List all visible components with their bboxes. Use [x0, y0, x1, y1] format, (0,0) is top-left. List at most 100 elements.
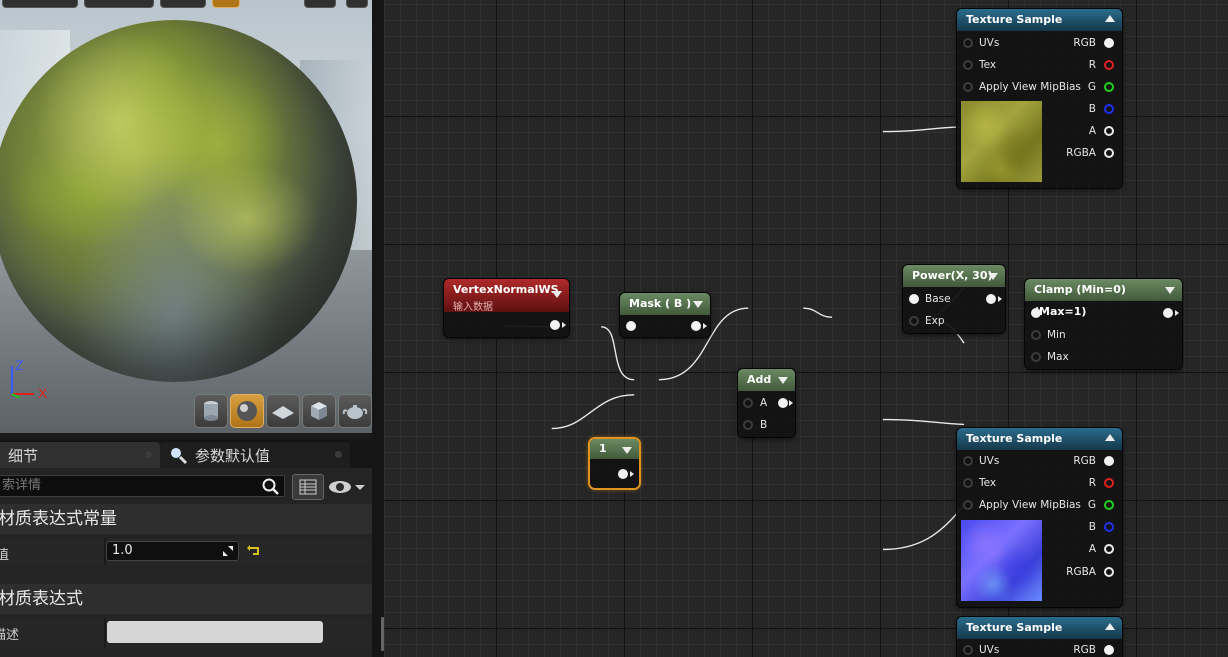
cylinder-button[interactable] [194, 394, 228, 428]
texture-sample-node-3[interactable]: Texture Sample UVs RGB [957, 617, 1122, 657]
collapse-icon[interactable] [1105, 15, 1115, 22]
collapse-icon[interactable] [1105, 623, 1115, 630]
output-pin-rgb[interactable]: RGB [1073, 641, 1114, 657]
node-header[interactable]: Power(X, 30) [903, 265, 1005, 287]
node-title: Add [747, 373, 772, 386]
column-divider[interactable] [104, 538, 106, 566]
output-pin[interactable] [778, 398, 788, 408]
viewport-toolbar-button[interactable] [304, 0, 336, 8]
output-pin-g[interactable]: G [1088, 496, 1114, 514]
output-pin-rgb[interactable]: RGB [1073, 34, 1114, 52]
collapse-icon[interactable] [1105, 434, 1115, 441]
cube-icon [311, 402, 327, 420]
tab-parameter-defaults[interactable]: 参数默认值 [160, 442, 350, 468]
output-pin-a[interactable]: A [1089, 540, 1114, 558]
input-pin-value[interactable] [1031, 308, 1041, 318]
input-pin-tex[interactable]: Tex [963, 56, 996, 74]
input-pin-min[interactable]: Min [1031, 326, 1066, 344]
input-pin-uvs[interactable]: UVs [963, 641, 999, 657]
tab-details[interactable]: 细节 [0, 442, 160, 468]
add-node[interactable]: Add A B [738, 369, 795, 437]
output-pin-b[interactable]: B [1089, 100, 1114, 118]
input-pin-mipbias[interactable]: Apply View MipBias [963, 78, 1081, 96]
collapse-icon[interactable] [622, 447, 632, 454]
sphere-button[interactable] [230, 394, 264, 428]
input-pin-uvs[interactable]: UVs [963, 452, 999, 470]
viewport-toolbar-button[interactable] [212, 0, 240, 8]
visibility-filter-button[interactable] [328, 475, 372, 499]
output-pin-a[interactable]: A [1089, 122, 1114, 140]
chevron-down-icon [355, 485, 365, 490]
node-header[interactable]: Texture Sample [957, 617, 1122, 639]
output-pin[interactable] [1163, 308, 1173, 318]
vertex-normal-ws-node[interactable]: VertexNormalWS 输入数据 [444, 279, 569, 337]
clamp-node[interactable]: Clamp (Min=0) (Max=1) Min Max [1025, 279, 1182, 369]
category-expression[interactable]: 材质表达式 [0, 584, 372, 614]
output-pin-r[interactable]: R [1089, 474, 1114, 492]
collapse-icon[interactable] [693, 301, 703, 308]
input-pin-mipbias[interactable]: Apply View MipBias [963, 496, 1081, 514]
output-pin-rgba[interactable]: RGBA [1066, 563, 1114, 581]
viewport-toolbar-button[interactable] [160, 0, 206, 8]
details-search-input[interactable]: 索详情 [0, 475, 285, 497]
node-title: Texture Sample [966, 432, 1063, 445]
view-options-button[interactable] [292, 474, 324, 500]
texture-sample-node-2[interactable]: Texture Sample UVs Tex Apply View MipBia… [957, 428, 1122, 607]
node-title: Mask ( B ) [629, 297, 692, 310]
power-node[interactable]: Power(X, 30) Base Exp [903, 265, 1005, 333]
teapot-icon [342, 405, 368, 419]
output-pin-rgba[interactable]: RGBA [1066, 144, 1114, 162]
node-header[interactable]: 1 [590, 439, 639, 459]
input-pin-a[interactable]: A [743, 394, 767, 412]
cube-button[interactable] [302, 394, 336, 428]
node-header[interactable]: VertexNormalWS 输入数据 [444, 279, 569, 313]
panel-splitter[interactable] [372, 0, 384, 657]
category-constant[interactable]: 材质表达式常量 [0, 504, 372, 534]
viewport-toolbar-button[interactable] [346, 0, 368, 8]
collapse-icon[interactable] [1165, 287, 1175, 294]
value-input[interactable]: 1.0 [106, 541, 239, 561]
input-pin-exp[interactable]: Exp [909, 312, 945, 330]
output-pin[interactable] [550, 320, 560, 330]
output-pin-g[interactable]: G [1088, 78, 1114, 96]
preview-viewport[interactable]: Z X [0, 0, 372, 433]
input-pin-tex[interactable]: Tex [963, 474, 996, 492]
column-divider[interactable] [104, 618, 106, 648]
output-pin-b[interactable]: B [1089, 518, 1114, 536]
collapse-icon[interactable] [552, 291, 562, 298]
magnifier-icon [169, 446, 188, 465]
teapot-button[interactable] [338, 394, 372, 428]
input-pin-b[interactable]: B [743, 416, 767, 434]
output-pin-rgb[interactable]: RGB [1073, 452, 1114, 470]
output-pin[interactable] [986, 294, 996, 304]
collapse-icon[interactable] [778, 377, 788, 384]
node-title: Texture Sample [966, 13, 1063, 26]
input-pin-base[interactable]: Base [909, 290, 951, 308]
output-pin-r[interactable]: R [1089, 56, 1114, 74]
texture-sample-node-1[interactable]: Texture Sample UVs Tex Apply View MipBia… [957, 9, 1122, 188]
node-header[interactable]: Clamp (Min=0) (Max=1) [1025, 279, 1182, 318]
input-pin-uvs[interactable]: UVs [963, 34, 999, 52]
expand-icon[interactable] [222, 545, 234, 557]
output-pin[interactable] [618, 469, 628, 479]
node-header[interactable]: Add [738, 369, 795, 391]
viewport-toolbar-button[interactable] [84, 0, 154, 8]
search-icon[interactable] [262, 478, 280, 496]
input-pin-max[interactable]: Max [1031, 348, 1069, 366]
plane-button[interactable] [266, 394, 300, 428]
reset-to-default-icon[interactable] [247, 544, 261, 558]
details-panel: 细节 参数默认值 索详情 材质表达式常量 值 1.0 材质表达式 述 [0, 440, 372, 657]
description-input[interactable] [107, 621, 323, 643]
collapse-icon[interactable] [988, 273, 998, 280]
output-pin[interactable] [691, 321, 701, 331]
constant-node[interactable]: 1 [590, 439, 639, 488]
mask-node[interactable]: Mask ( B ) [620, 293, 710, 337]
node-subtitle: 输入数据 [453, 302, 493, 313]
input-pin[interactable] [626, 321, 636, 331]
node-header[interactable]: Texture Sample [957, 9, 1122, 31]
material-editor: Z X 细节 参数默认值 索详情 材质表达式常量 值 1.0 材质表达式 述 T… [0, 0, 1228, 657]
node-header[interactable]: Texture Sample [957, 428, 1122, 450]
viewport-toolbar-button[interactable] [2, 0, 78, 8]
node-header[interactable]: Mask ( B ) [620, 293, 710, 315]
node-title: VertexNormalWS [453, 283, 559, 296]
